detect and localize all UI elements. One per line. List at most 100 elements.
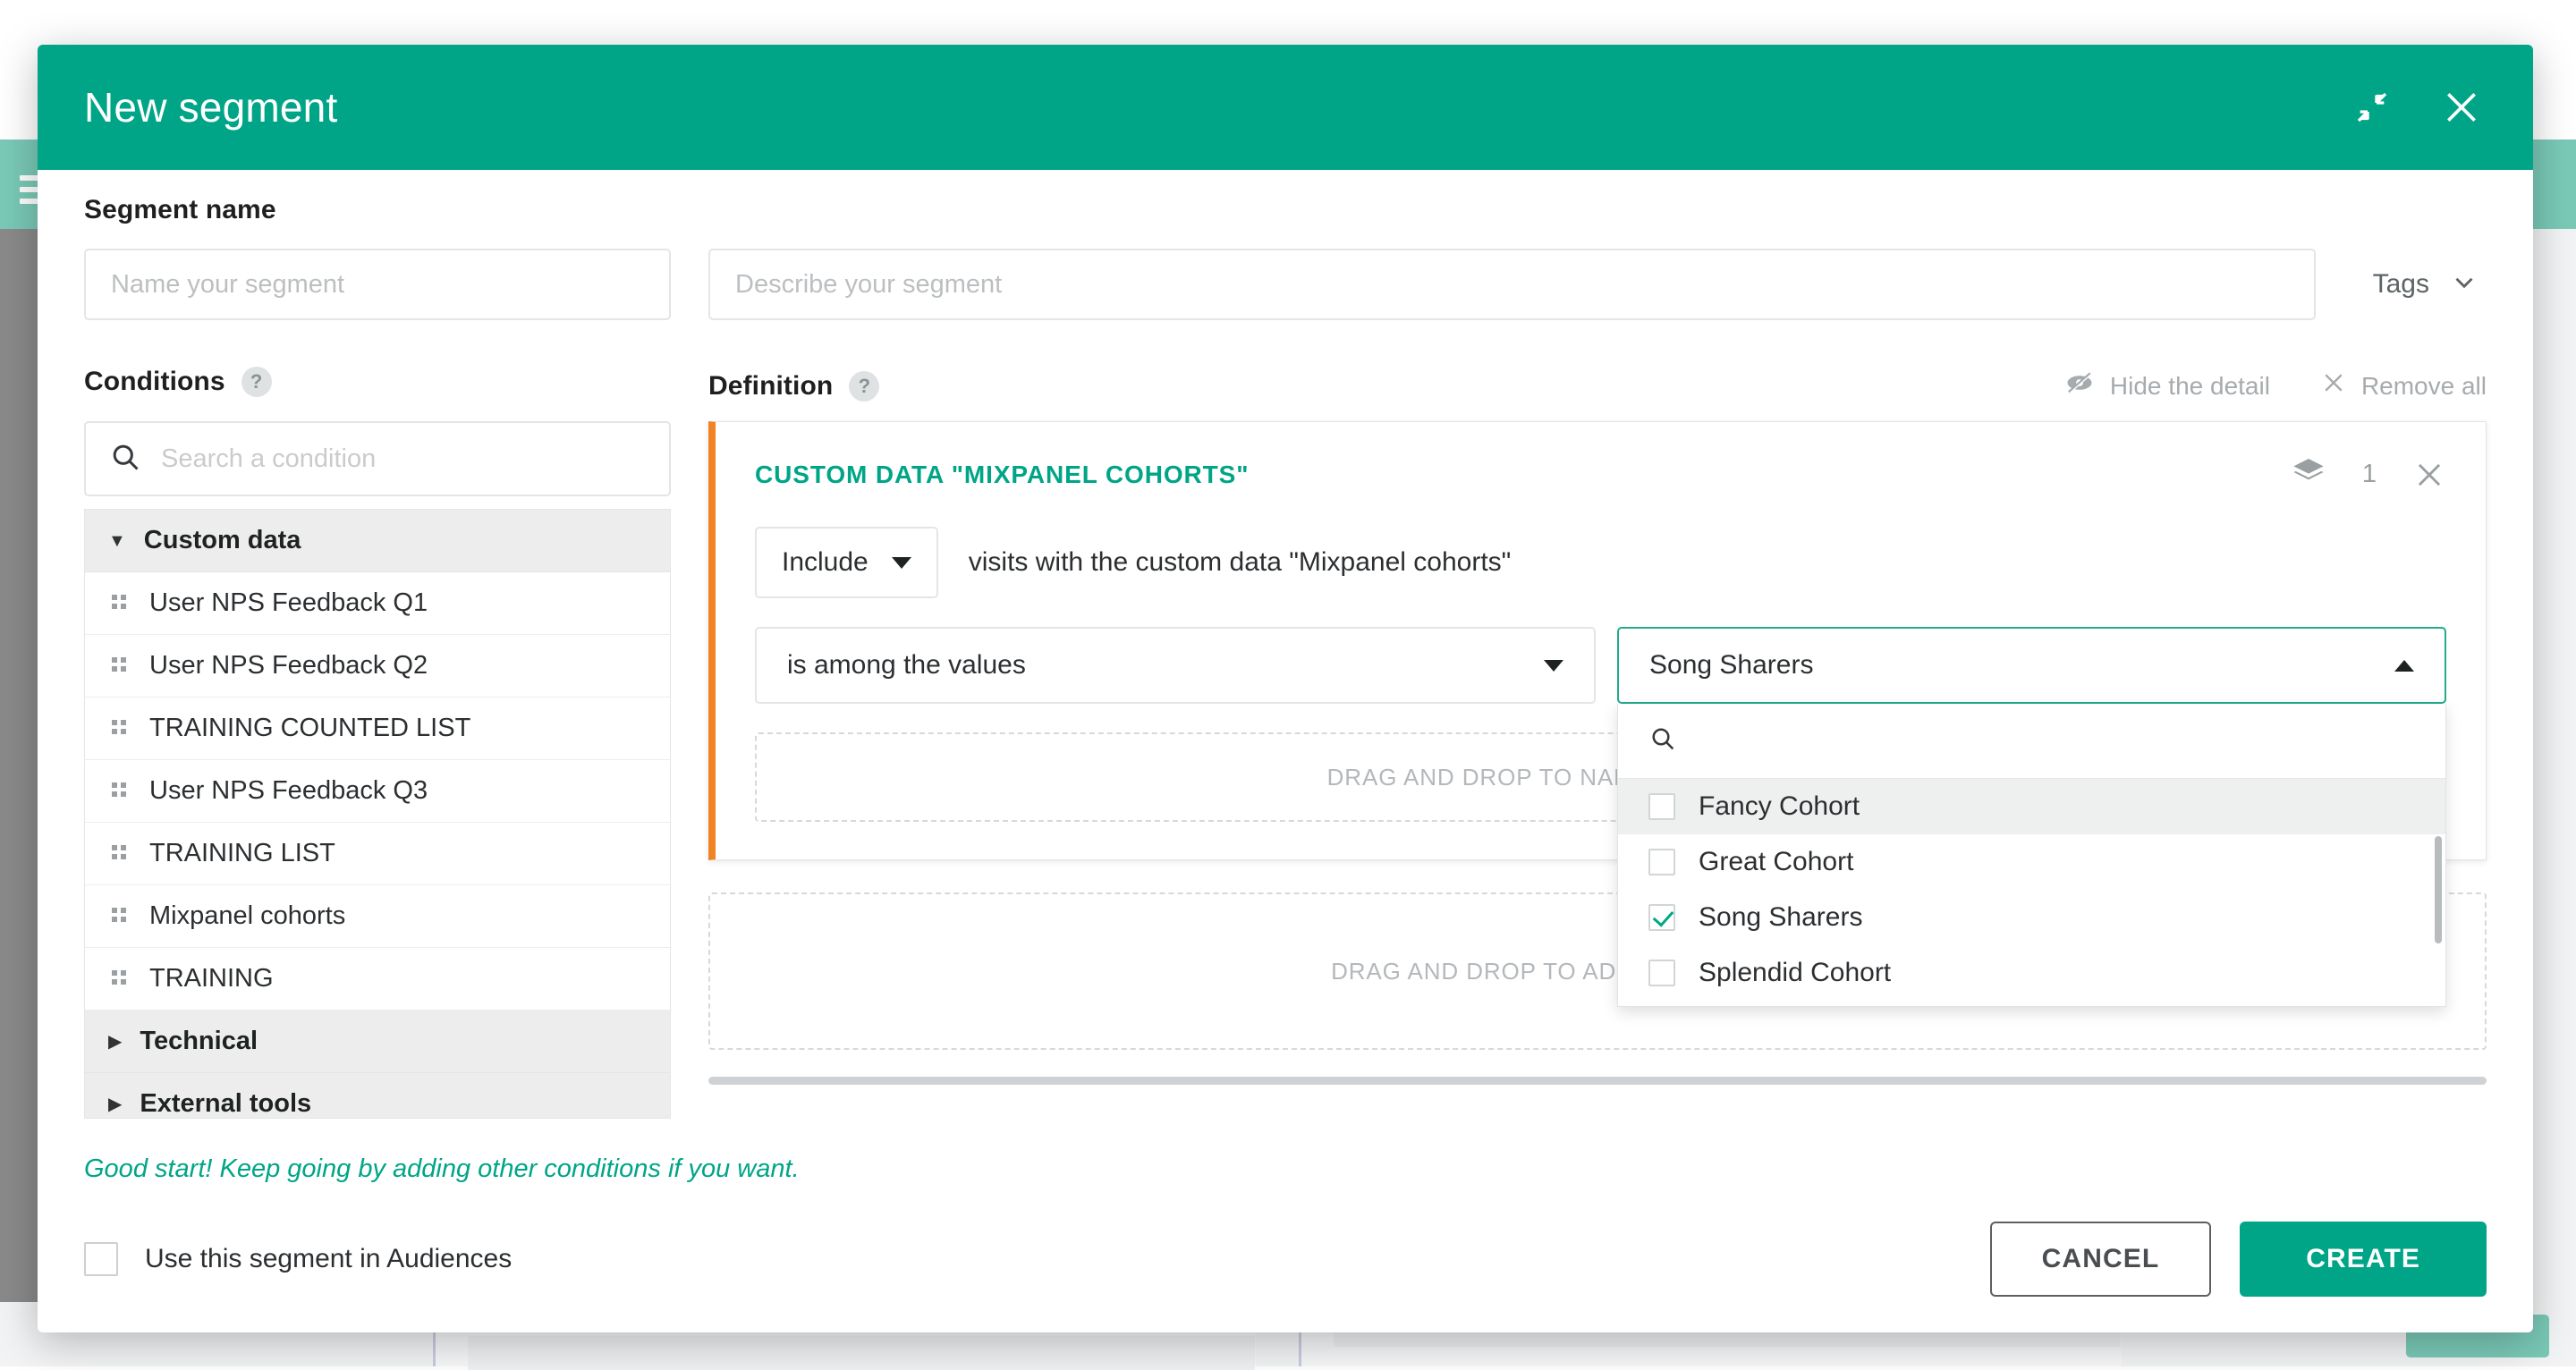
condition-card-title: CUSTOM DATA "MIXPANEL COHORTS" <box>755 461 1249 489</box>
segment-description-input[interactable] <box>708 249 2316 320</box>
condition-item[interactable]: TRAINING LIST <box>85 823 670 885</box>
values-option-label: Fancy Cohort <box>1699 791 1860 822</box>
drag-handle-icon[interactable] <box>112 595 126 613</box>
condition-item[interactable]: Mixpanel cohorts <box>85 885 670 948</box>
footer-buttons: CANCEL CREATE <box>1990 1222 2487 1297</box>
close-icon <box>2320 369 2347 402</box>
condition-group-custom-data[interactable]: ▼ Custom data <box>85 510 670 572</box>
definition-horizontal-scrollbar[interactable] <box>708 1077 2487 1085</box>
caret-down-icon: ▼ <box>108 532 126 550</box>
use-in-audiences-label: Use this segment in Audiences <box>145 1244 512 1274</box>
condition-card-header: CUSTOM DATA "MIXPANEL COHORTS" 1 <box>755 454 2446 495</box>
definition-tools: Hide the detail Remove all <box>2063 367 2487 405</box>
new-segment-modal: New segment Segment name <box>38 45 2533 1332</box>
condition-item-label: TRAINING <box>149 964 274 994</box>
remove-all-label: Remove all <box>2361 372 2487 401</box>
modal-title: New segment <box>84 83 337 131</box>
drag-handle-icon[interactable] <box>112 657 126 675</box>
conditions-list[interactable]: ▼ Custom data User NPS Feedback Q1 User NPS… <box>84 509 671 1119</box>
drag-handle-icon[interactable] <box>112 720 126 738</box>
condition-item[interactable]: User NPS Feedback Q3 <box>85 760 670 823</box>
values-option-label: Splendid Cohort <box>1699 958 1891 988</box>
condition-item-label: TRAINING COUNTED LIST <box>149 714 470 743</box>
values-option[interactable]: Splendid Cohort <box>1618 945 2445 1001</box>
close-icon[interactable] <box>2436 82 2487 132</box>
condition-group-label: Technical <box>140 1027 258 1056</box>
condition-group-technical[interactable]: ▶ Technical <box>85 1011 670 1073</box>
values-selected-label: Song Sharers <box>1649 650 1813 681</box>
values-option[interactable]: Fancy Cohort <box>1618 779 2445 834</box>
values-option[interactable]: Song Sharers <box>1618 890 2445 945</box>
condition-item-label: User NPS Feedback Q3 <box>149 776 428 806</box>
layers-icon <box>2291 454 2326 495</box>
columns: ▼ Custom data User NPS Feedback Q1 User NPS… <box>84 421 2487 1119</box>
segment-name-row: Tags <box>84 249 2487 320</box>
checkbox-box[interactable] <box>1648 849 1675 875</box>
values-dropdown-scrollbar[interactable] <box>2435 836 2442 943</box>
condition-group-external-tools[interactable]: ▶External tools <box>85 1073 670 1119</box>
values-dropdown-menu[interactable]: Fancy Cohort Great Cohort Song Sharers Sple… <box>1617 704 2446 1007</box>
checkbox-box <box>84 1242 118 1276</box>
checkbox-box[interactable] <box>1648 960 1675 986</box>
operator-label: is among the values <box>787 650 1026 681</box>
definition-panel: CUSTOM DATA "MIXPANEL COHORTS" 1 <box>708 421 2487 1119</box>
caret-right-icon: ▶ <box>108 1033 122 1051</box>
cancel-button[interactable]: CANCEL <box>1990 1222 2212 1297</box>
drag-handle-icon[interactable] <box>112 970 126 988</box>
values-option[interactable]: Great Cohort <box>1618 834 2445 890</box>
values-multiselect: Song Sharers <box>1617 627 2446 704</box>
condition-card-meta: 1 <box>2291 454 2446 495</box>
segment-name-input[interactable] <box>84 249 671 320</box>
values-select-trigger[interactable]: Song Sharers <box>1617 627 2446 704</box>
minimize-arrows-icon[interactable] <box>2347 82 2397 132</box>
tags-dropdown[interactable]: Tags <box>2353 258 2487 311</box>
condition-item[interactable]: User NPS Feedback Q2 <box>85 635 670 698</box>
conditions-help-icon[interactable]: ? <box>242 367 272 397</box>
eye-off-icon <box>2063 367 2096 405</box>
modal-footer: Good start! Keep going by adding other c… <box>38 1135 2533 1332</box>
remove-condition-button[interactable] <box>2412 458 2446 492</box>
condition-item-label: User NPS Feedback Q2 <box>149 651 428 681</box>
condition-group-label: Custom data <box>144 526 301 555</box>
drag-handle-icon[interactable] <box>112 908 126 926</box>
include-label: Include <box>782 547 869 578</box>
chevron-up-icon <box>2394 660 2414 672</box>
chevron-down-icon <box>2449 267 2479 302</box>
use-in-audiences-checkbox[interactable]: Use this segment in Audiences <box>84 1242 512 1276</box>
modal-header-actions <box>2347 82 2487 132</box>
condition-search-box[interactable] <box>84 421 671 496</box>
values-option-label: Great Cohort <box>1699 847 1853 877</box>
remove-all-button[interactable]: Remove all <box>2320 369 2487 402</box>
condition-item-label: User NPS Feedback Q1 <box>149 588 428 618</box>
condition-item[interactable]: User NPS Feedback Q1 <box>85 572 670 635</box>
condition-item[interactable]: TRAINING <box>85 948 670 1011</box>
footer-row: Use this segment in Audiences CANCEL CRE… <box>84 1222 2487 1332</box>
conditions-panel: ▼ Custom data User NPS Feedback Q1 User NPS… <box>84 421 671 1119</box>
include-row: Include visits with the custom data "Mix… <box>755 527 2446 598</box>
segment-name-label: Segment name <box>84 195 2487 225</box>
modal-header: New segment <box>38 45 2533 170</box>
definition-title: Definition <box>708 371 833 402</box>
drag-handle-icon[interactable] <box>112 845 126 863</box>
chevron-down-icon <box>1544 660 1563 672</box>
create-button[interactable]: CREATE <box>2240 1222 2487 1297</box>
checkbox-box[interactable] <box>1648 904 1675 931</box>
definition-help-icon[interactable]: ? <box>849 371 879 402</box>
condition-item[interactable]: TRAINING COUNTED LIST <box>85 698 670 760</box>
tags-label: Tags <box>2373 269 2429 300</box>
checkbox-box[interactable] <box>1648 793 1675 820</box>
drag-handle-icon[interactable] <box>112 782 126 800</box>
hide-detail-button[interactable]: Hide the detail <box>2063 367 2270 405</box>
include-dropdown[interactable]: Include <box>755 527 938 598</box>
hint-text: Good start! Keep going by adding other c… <box>84 1154 2487 1184</box>
condition-card: CUSTOM DATA "MIXPANEL COHORTS" 1 <box>708 421 2487 860</box>
search-icon <box>1648 724 1677 757</box>
conditions-header: Conditions ? <box>84 367 671 397</box>
operator-dropdown[interactable]: is among the values <box>755 627 1596 704</box>
values-search-row[interactable] <box>1618 704 2445 779</box>
search-icon <box>109 441 141 478</box>
modal-body: Segment name Tags Conditions ? Definitio… <box>38 170 2533 1135</box>
condition-search-input[interactable] <box>161 444 651 474</box>
definition-header: Definition ? Hide the detail <box>708 367 2487 405</box>
values-search-input[interactable] <box>1695 726 2415 756</box>
